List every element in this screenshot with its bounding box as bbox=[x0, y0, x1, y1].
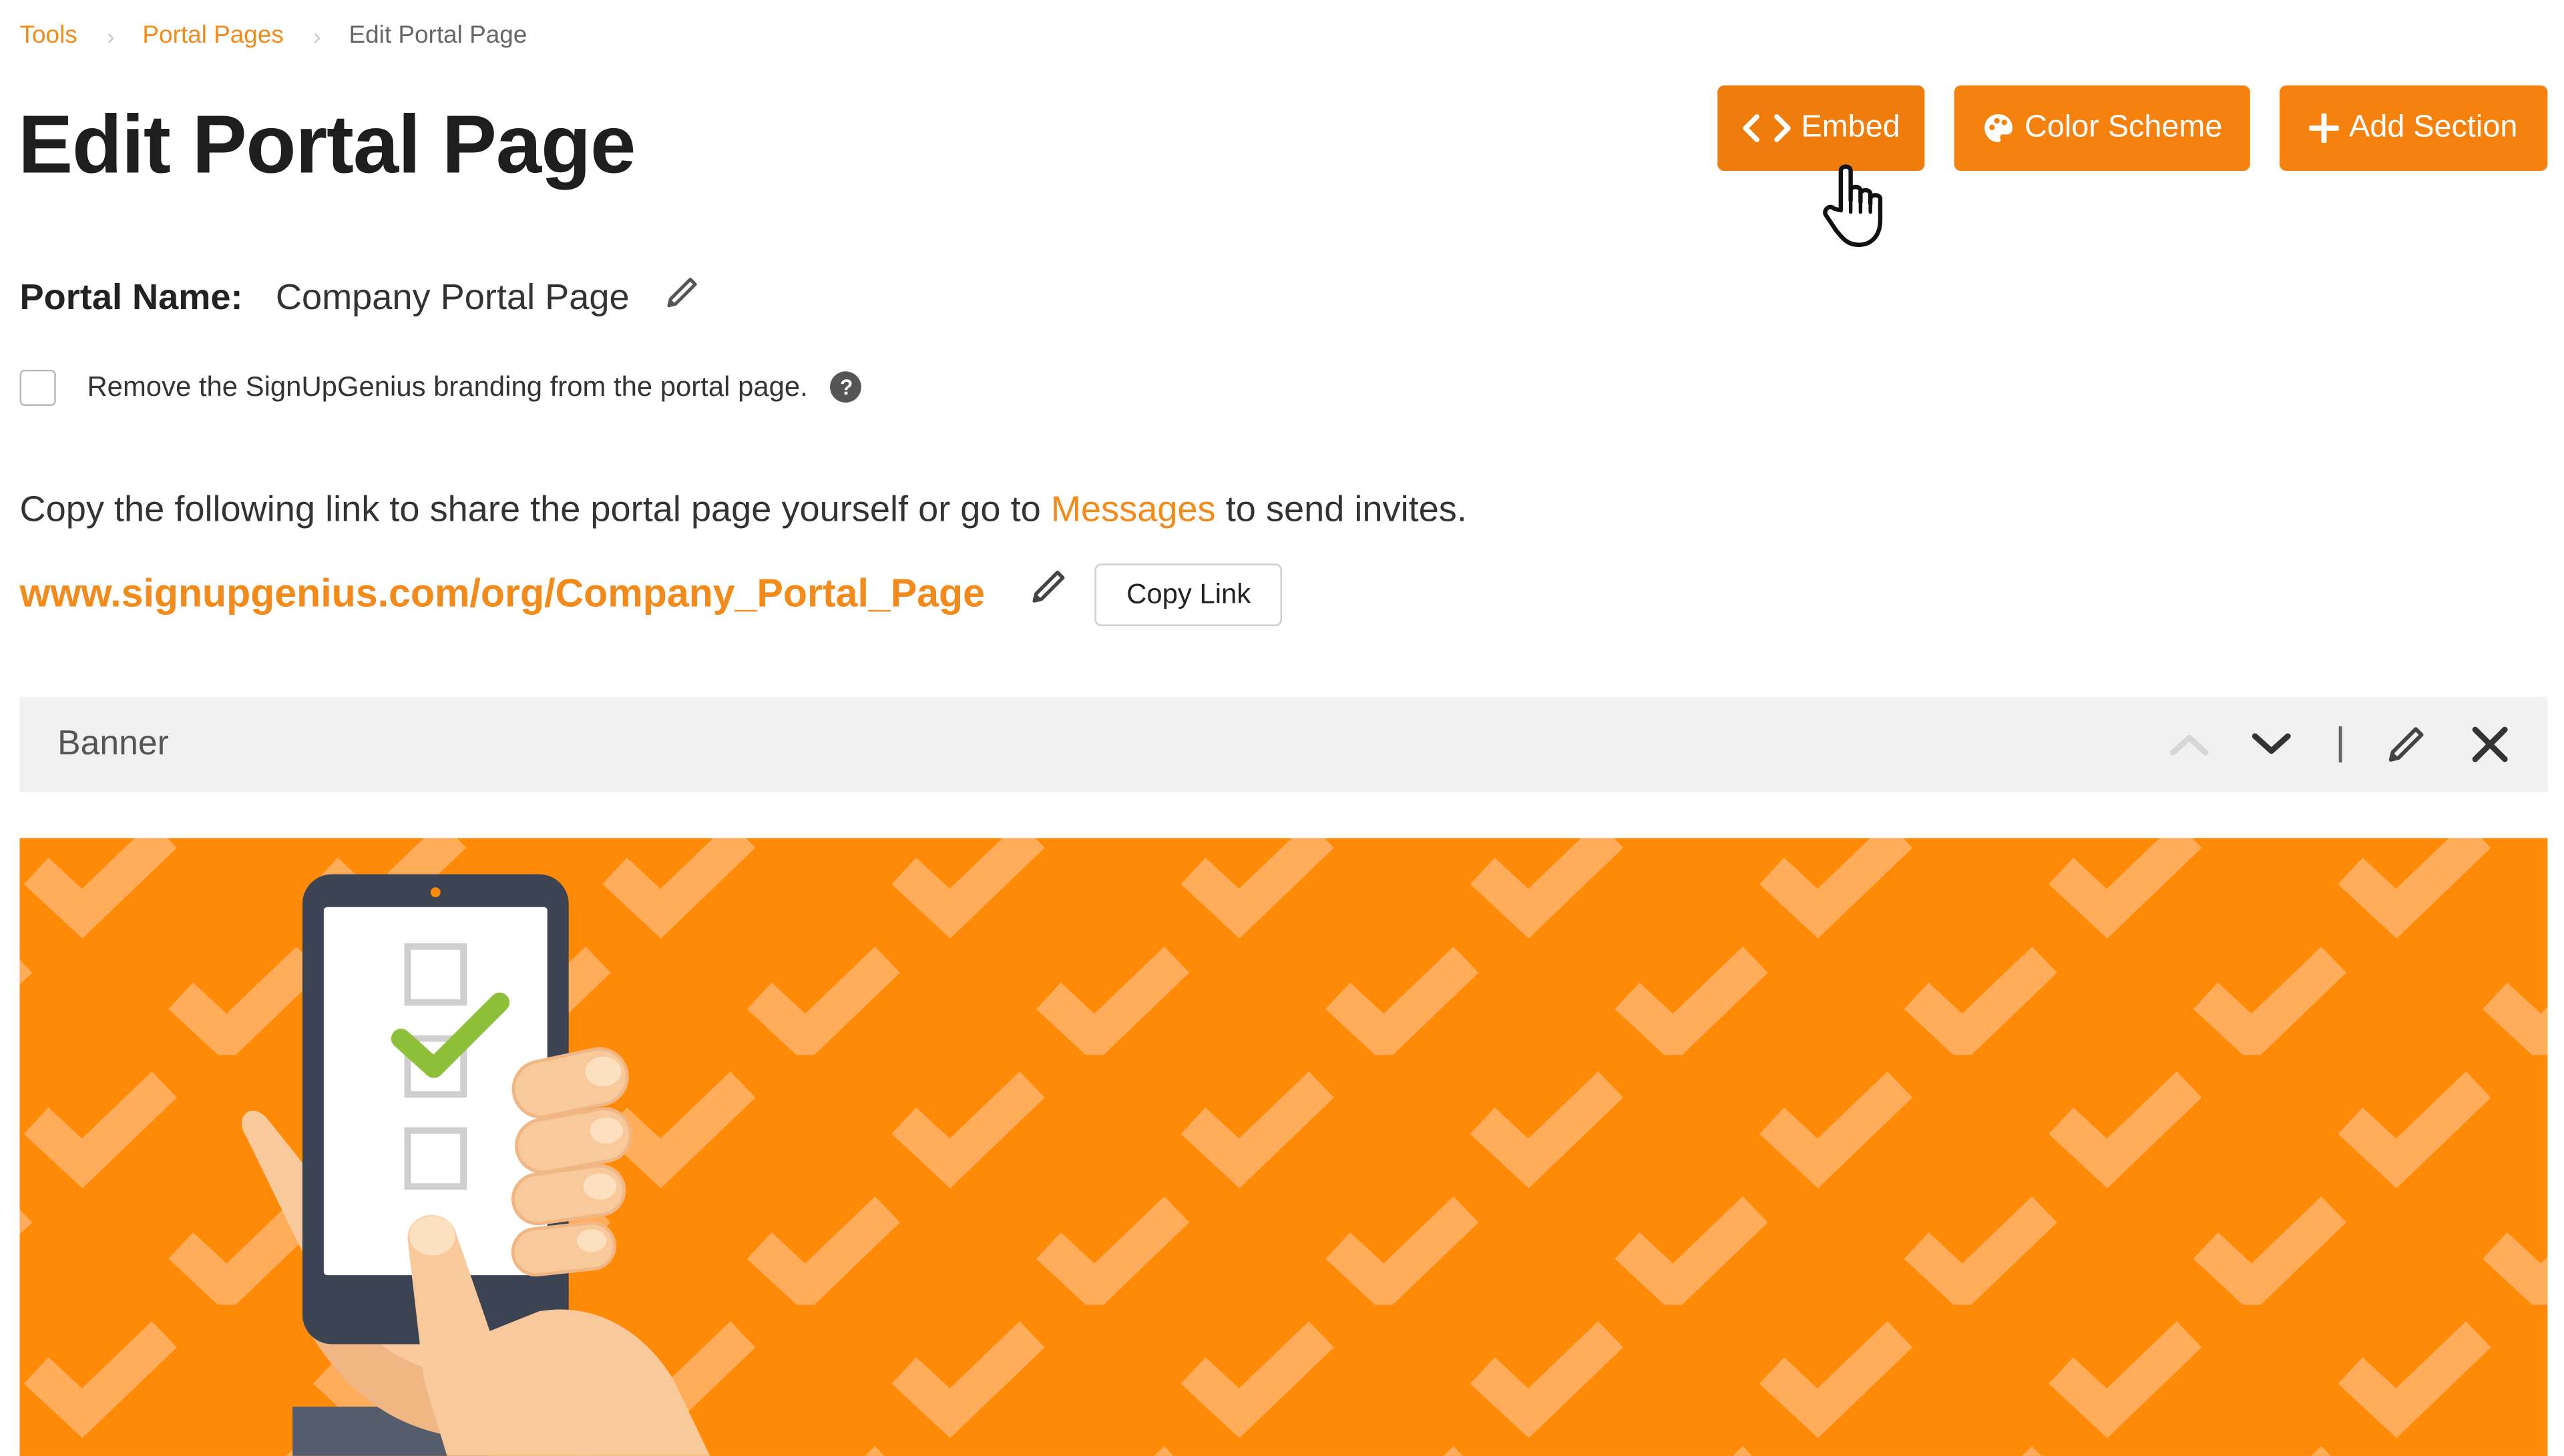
move-up-chevron-up-icon[interactable] bbox=[2159, 697, 2219, 792]
help-icon[interactable]: ? bbox=[831, 371, 863, 402]
breadcrumb-separator: › bbox=[107, 22, 115, 49]
banner-illustration bbox=[19, 838, 2548, 1456]
share-instructions: Copy the following link to share the por… bbox=[20, 488, 1467, 531]
remove-branding-checkbox[interactable] bbox=[19, 369, 56, 406]
plus-icon bbox=[2310, 113, 2340, 144]
color-scheme-button[interactable]: Color Scheme bbox=[1954, 85, 2250, 171]
portal-url-row: www.signupgenius.com/org/Company_Portal_… bbox=[20, 563, 1283, 626]
palette-icon bbox=[1982, 111, 2014, 144]
edit-section-pencil-icon[interactable] bbox=[2378, 697, 2434, 792]
page-title: Edit Portal Page bbox=[18, 98, 636, 191]
color-scheme-button-label: Color Scheme bbox=[2024, 109, 2223, 145]
add-section-button[interactable]: Add Section bbox=[2280, 85, 2548, 171]
portal-url-link[interactable]: www.signupgenius.com/org/Company_Portal_… bbox=[20, 572, 985, 618]
code-icon bbox=[1742, 113, 1791, 143]
banner-image bbox=[19, 838, 2548, 1456]
move-down-chevron-down-icon[interactable] bbox=[2241, 697, 2301, 792]
edit-url-pencil-icon[interactable] bbox=[1028, 565, 1070, 616]
breadcrumb: Tools › Portal Pages › Edit Portal Page bbox=[20, 21, 527, 49]
breadcrumb-link-tools[interactable]: Tools bbox=[20, 21, 77, 49]
copy-link-button[interactable]: Copy Link bbox=[1094, 563, 1283, 626]
branding-option-row: Remove the SignUpGenius branding from th… bbox=[19, 369, 863, 406]
add-section-button-label: Add Section bbox=[2349, 109, 2518, 145]
section-title: Banner bbox=[57, 724, 169, 763]
toolbar-divider bbox=[2329, 697, 2352, 792]
share-text-before: Copy the following link to share the por… bbox=[19, 488, 1051, 529]
breadcrumb-current: Edit Portal Page bbox=[349, 21, 527, 49]
section-header-banner: Banner bbox=[19, 696, 2548, 792]
remove-branding-label[interactable]: Remove the SignUpGenius branding from th… bbox=[87, 371, 807, 404]
portal-name-row: Portal Name: Company Portal Page bbox=[20, 273, 702, 322]
portal-name-label: Portal Name: bbox=[19, 276, 243, 318]
hand-cursor-icon bbox=[1820, 158, 1905, 253]
edit-portal-name-pencil-icon[interactable] bbox=[662, 273, 702, 322]
delete-section-close-icon[interactable] bbox=[2462, 697, 2518, 792]
breadcrumb-link-portal-pages[interactable]: Portal Pages bbox=[142, 21, 283, 49]
breadcrumb-separator: › bbox=[313, 22, 321, 49]
embed-button-label: Embed bbox=[1801, 109, 1900, 145]
share-text-after: to send invites. bbox=[1215, 488, 1467, 529]
portal-name-value: Company Portal Page bbox=[275, 276, 630, 318]
messages-link[interactable]: Messages bbox=[1051, 488, 1216, 529]
